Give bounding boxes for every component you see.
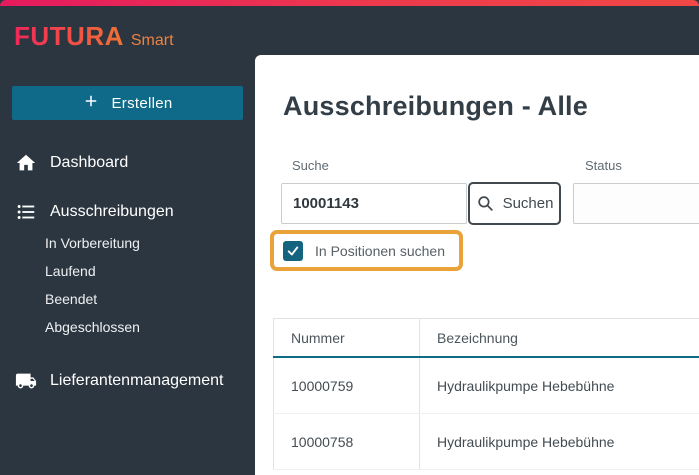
- sidebar-subitem-laufend[interactable]: Laufend: [45, 262, 96, 280]
- app-logo: FUTURA Smart: [14, 21, 174, 52]
- sidebar-subitem-in-vorbereitung[interactable]: In Vorbereitung: [45, 234, 140, 252]
- home-icon: [15, 152, 37, 174]
- cell-nummer: 10000758: [274, 414, 420, 470]
- cell-nummer: 10000759: [274, 357, 420, 414]
- column-header-nummer: Nummer: [274, 319, 420, 358]
- content-panel: Ausschreibungen - Alle Suche Suchen Stat…: [255, 55, 699, 475]
- status-field-label: Status: [585, 158, 622, 173]
- sidebar-subitem-label: Abgeschlossen: [45, 319, 140, 335]
- search-input[interactable]: [281, 183, 467, 224]
- sidebar-item-label: Dashboard: [50, 154, 128, 172]
- sidebar-item-dashboard[interactable]: Dashboard: [0, 150, 255, 176]
- page-title: Ausschreibungen - Alle: [283, 91, 588, 122]
- sidebar-item-label: Lieferantenmanagement: [50, 372, 223, 390]
- list-icon: [15, 201, 37, 223]
- table-header-row: Nummer Bezeichnung: [274, 319, 699, 358]
- column-header-bezeichnung: Bezeichnung: [420, 319, 699, 358]
- plus-icon: [82, 92, 100, 114]
- in-positionen-checkbox[interactable]: [283, 241, 303, 261]
- search-icon: [476, 194, 495, 213]
- checkmark-icon: [286, 244, 300, 258]
- sidebar-item-label: Ausschreibungen: [50, 203, 174, 221]
- erstellen-button-label: Erstellen: [111, 95, 172, 112]
- sidebar-subitem-label: Beendet: [45, 291, 97, 307]
- table-row[interactable]: 10000759 Hydraulikpumpe Hebebühne: [274, 357, 699, 414]
- suche-field-label: Suche: [292, 158, 329, 173]
- sidebar-subitem-abgeschlossen[interactable]: Abgeschlossen: [45, 318, 140, 336]
- truck-icon: [15, 370, 37, 392]
- brand-name: FUTURA: [14, 21, 124, 52]
- annotation-highlight-box: In Positionen suchen: [270, 230, 463, 271]
- cell-bezeichnung: Hydraulikpumpe Hebebühne: [420, 357, 699, 414]
- results-table: Nummer Bezeichnung 10000759 Hydraulikpum…: [273, 318, 699, 470]
- suchen-button-label: Suchen: [503, 195, 554, 212]
- status-select[interactable]: [573, 183, 699, 224]
- sidebar-item-lieferantenmanagement[interactable]: Lieferantenmanagement: [0, 368, 255, 394]
- cell-bezeichnung: Hydraulikpumpe Hebebühne: [420, 414, 699, 470]
- sidebar-subitem-label: Laufend: [45, 263, 96, 279]
- sidebar-item-ausschreibungen[interactable]: Ausschreibungen: [0, 199, 255, 225]
- erstellen-button[interactable]: Erstellen: [12, 86, 243, 120]
- table-row[interactable]: 10000758 Hydraulikpumpe Hebebühne: [274, 414, 699, 470]
- sidebar-subitem-beendet[interactable]: Beendet: [45, 290, 97, 308]
- sidebar-subitem-label: In Vorbereitung: [45, 235, 140, 251]
- in-positionen-checkbox-label: In Positionen suchen: [315, 243, 445, 259]
- top-accent-bar: [0, 0, 699, 6]
- brand-suffix: Smart: [131, 32, 174, 49]
- suchen-button[interactable]: Suchen: [468, 182, 561, 225]
